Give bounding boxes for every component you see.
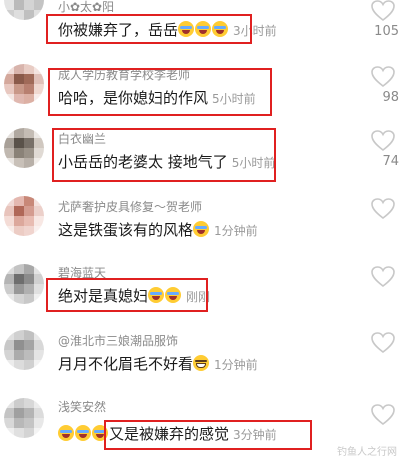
comment-time: 1分钟前 (214, 358, 258, 372)
heart-outline-icon[interactable] (371, 404, 395, 426)
highlight-box (48, 68, 272, 116)
highlight-box (46, 278, 208, 312)
highlight-box (52, 128, 276, 182)
comment-username[interactable]: 尤萨奢护皮具修复～贺老师 (58, 200, 202, 214)
comment-username[interactable]: 小✿太✿阳 (58, 0, 114, 14)
avatar[interactable] (4, 398, 44, 438)
comment-time: 1分钟前 (214, 224, 258, 238)
laughing-tears-emoji-icon (58, 425, 74, 441)
comment-text: 这是铁蛋该有的风格 1分钟前 (58, 220, 258, 241)
highlight-box (46, 14, 252, 44)
highlight-box (104, 420, 312, 450)
comment-item[interactable]: @淮北市三娘潮品服饰 月月不化眉毛不好看 1分钟前 (0, 326, 401, 386)
laughing-tears-emoji-icon (75, 425, 91, 441)
comment-body: 这是铁蛋该有的风格 (58, 221, 194, 239)
avatar[interactable] (4, 64, 44, 104)
heart-outline-icon[interactable] (371, 332, 395, 354)
comment-list-page: 小✿太✿阳 你被嫌弃了，岳岳 3小时前 105 成人学历教育学校李老师 哈哈，是你… (0, 0, 401, 462)
avatar[interactable] (4, 264, 44, 304)
comment-body: 月月不化眉毛不好看 (58, 355, 194, 373)
like-count: 74 (382, 154, 399, 169)
heart-outline-icon[interactable] (371, 130, 395, 152)
comment-item[interactable]: 尤萨奢护皮具修复～贺老师 这是铁蛋该有的风格 1分钟前 (0, 192, 401, 252)
like-count: 98 (382, 90, 399, 105)
avatar[interactable] (4, 128, 44, 168)
watermark: 钓鱼人之行网 (337, 447, 397, 458)
heart-outline-icon[interactable] (371, 266, 395, 288)
comment-username[interactable]: @淮北市三娘潮品服饰 (58, 334, 178, 348)
like-count: 105 (374, 24, 399, 39)
grinning-emoji-icon (193, 355, 210, 371)
avatar[interactable] (4, 0, 44, 20)
heart-outline-icon[interactable] (371, 66, 395, 88)
comment-username[interactable]: 浅笑安然 (58, 400, 106, 414)
heart-outline-icon[interactable] (371, 0, 395, 22)
heart-outline-icon[interactable] (371, 198, 395, 220)
avatar[interactable] (4, 330, 44, 370)
avatar[interactable] (4, 196, 44, 236)
laughing-tears-emoji-icon (193, 221, 210, 237)
comment-text: 月月不化眉毛不好看 1分钟前 (58, 354, 258, 375)
